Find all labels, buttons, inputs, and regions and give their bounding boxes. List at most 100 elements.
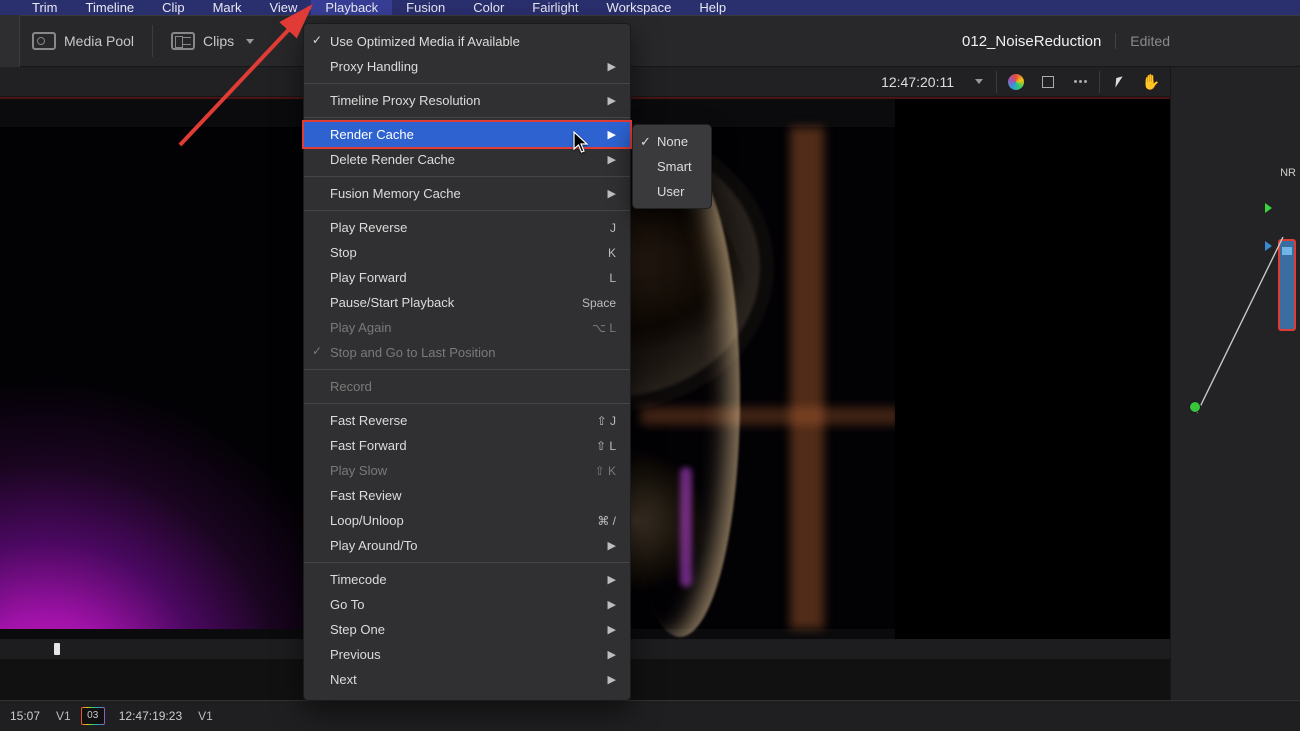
render-cache-submenu: ✓ None Smart User [632, 124, 712, 209]
submenu-arrow-icon: ▶ [608, 623, 616, 636]
pan-tool[interactable]: ✋ [1136, 70, 1166, 94]
menu-fast-reverse[interactable]: Fast Reverse ⇧ J [304, 408, 630, 433]
menu-step-one[interactable]: Step One ▶ [304, 617, 630, 642]
menu-loop-unloop[interactable]: Loop/Unloop ⌘ / [304, 508, 630, 533]
check-icon: ✓ [312, 344, 322, 358]
menu-label: Stop [330, 245, 357, 260]
menu-shortcut: ⇧ L [596, 439, 616, 453]
menubar-fusion[interactable]: Fusion [392, 0, 459, 15]
submenu-arrow-icon: ▶ [608, 153, 616, 166]
menu-fusion-memory-cache[interactable]: Fusion Memory Cache ▶ [304, 181, 630, 206]
menu-use-optimized-media[interactable]: ✓ Use Optimized Media if Available [304, 29, 630, 54]
menu-previous[interactable]: Previous ▶ [304, 642, 630, 667]
chevron-down-icon [246, 39, 254, 44]
menu-label: Play Around/To [330, 538, 417, 553]
menu-label: Pause/Start Playback [330, 295, 454, 310]
image-wipe-button[interactable] [1001, 70, 1031, 94]
submenu-none[interactable]: ✓ None [633, 129, 711, 154]
menu-separator [304, 83, 630, 84]
menu-fast-forward[interactable]: Fast Forward ⇧ L [304, 433, 630, 458]
project-status: Edited [1115, 33, 1170, 49]
project-title: 012_NoiseReduction [962, 33, 1101, 50]
menu-shortcut: ⌥ L [592, 321, 616, 335]
node-graph[interactable]: NR [1170, 67, 1300, 700]
app-menubar: Trim Timeline Clip Mark View Playback Fu… [0, 0, 1300, 15]
menu-play-reverse[interactable]: Play Reverse J [304, 215, 630, 240]
menu-label: Loop/Unloop [330, 513, 404, 528]
toolbar-left-edge [0, 15, 20, 67]
menubar-playback[interactable]: Playback [311, 0, 392, 15]
menubar-mark[interactable]: Mark [199, 0, 256, 15]
menu-pause-start-playback[interactable]: Pause/Start Playback Space [304, 290, 630, 315]
node-input-green-icon[interactable] [1265, 203, 1272, 213]
node-source-dot[interactable] [1189, 401, 1201, 413]
playhead[interactable] [54, 643, 60, 655]
submenu-arrow-icon: ▶ [608, 539, 616, 552]
menu-label: Use Optimized Media if Available [330, 34, 520, 49]
page-toolbar: Media Pool Clips 012_NoiseReduction Edit… [0, 15, 1300, 67]
menu-separator [304, 369, 630, 370]
menu-shortcut: Space [582, 296, 616, 310]
menu-separator [304, 562, 630, 563]
pointer-icon [1115, 76, 1122, 87]
thumb-selected[interactable]: 03 [81, 707, 105, 725]
menu-shortcut: J [610, 221, 616, 235]
menu-next[interactable]: Next ▶ [304, 667, 630, 692]
timecode-dropdown[interactable] [962, 70, 992, 94]
submenu-user[interactable]: User [633, 179, 711, 204]
menubar-help[interactable]: Help [685, 0, 740, 15]
submenu-arrow-icon: ▶ [608, 573, 616, 586]
menu-play-forward[interactable]: Play Forward L [304, 265, 630, 290]
menubar-trim[interactable]: Trim [18, 0, 72, 15]
menu-separator [304, 117, 630, 118]
menu-separator [304, 403, 630, 404]
menu-shortcut: K [608, 246, 616, 260]
menubar-color[interactable]: Color [459, 0, 518, 15]
menu-label: Timeline Proxy Resolution [330, 93, 481, 108]
node-label: NR [1280, 167, 1296, 179]
thumb-track-2: V1 [198, 709, 213, 723]
viewer-letterbox [895, 99, 1170, 639]
menubar-clip[interactable]: Clip [148, 0, 198, 15]
menu-label: Play Again [330, 320, 391, 335]
menu-stop[interactable]: Stop K [304, 240, 630, 265]
menu-proxy-handling[interactable]: Proxy Handling ▶ [304, 54, 630, 79]
menu-fast-review[interactable]: Fast Review [304, 483, 630, 508]
pointer-tool[interactable] [1104, 70, 1134, 94]
menu-label: Play Reverse [330, 220, 407, 235]
menu-label: Proxy Handling [330, 59, 418, 74]
menu-separator [304, 176, 630, 177]
menu-go-to[interactable]: Go To ▶ [304, 592, 630, 617]
menu-play-slow: Play Slow ⇧ K [304, 458, 630, 483]
menu-label: Play Forward [330, 270, 407, 285]
menu-shortcut: ⇧ K [595, 464, 616, 478]
menu-timeline-proxy-resolution[interactable]: Timeline Proxy Resolution ▶ [304, 88, 630, 113]
submenu-arrow-icon: ▶ [608, 673, 616, 686]
color-wheel-icon [1008, 74, 1024, 90]
clips-icon [171, 32, 195, 50]
viewer-timecode[interactable]: 12:47:20:11 [881, 74, 954, 90]
menu-timecode[interactable]: Timecode ▶ [304, 567, 630, 592]
menu-render-cache[interactable]: Render Cache ▶ [304, 122, 630, 147]
menu-shortcut: ⌘ / [597, 514, 616, 528]
menu-separator [304, 210, 630, 211]
menu-label: Delete Render Cache [330, 152, 455, 167]
menu-play-around-to[interactable]: Play Around/To ▶ [304, 533, 630, 558]
menubar-view[interactable]: View [255, 0, 311, 15]
menu-delete-render-cache[interactable]: Delete Render Cache ▶ [304, 147, 630, 172]
submenu-arrow-icon: ▶ [608, 128, 616, 141]
viewer-options-button[interactable] [1065, 70, 1095, 94]
submenu-smart[interactable]: Smart [633, 154, 711, 179]
menu-play-again: Play Again ⌥ L [304, 315, 630, 340]
menu-label: Fusion Memory Cache [330, 186, 461, 201]
menubar-timeline[interactable]: Timeline [72, 0, 149, 15]
menubar-workspace[interactable]: Workspace [593, 0, 686, 15]
expand-icon [1042, 76, 1054, 88]
menu-label: Fast Forward [330, 438, 407, 453]
clips-dropdown[interactable]: Clips [159, 26, 266, 56]
menu-stop-go-last[interactable]: ✓ Stop and Go to Last Position [304, 340, 630, 365]
expand-viewer-button[interactable] [1033, 70, 1063, 94]
media-pool-button[interactable]: Media Pool [20, 26, 146, 56]
menubar-fairlight[interactable]: Fairlight [518, 0, 592, 15]
menu-shortcut: L [609, 271, 616, 285]
